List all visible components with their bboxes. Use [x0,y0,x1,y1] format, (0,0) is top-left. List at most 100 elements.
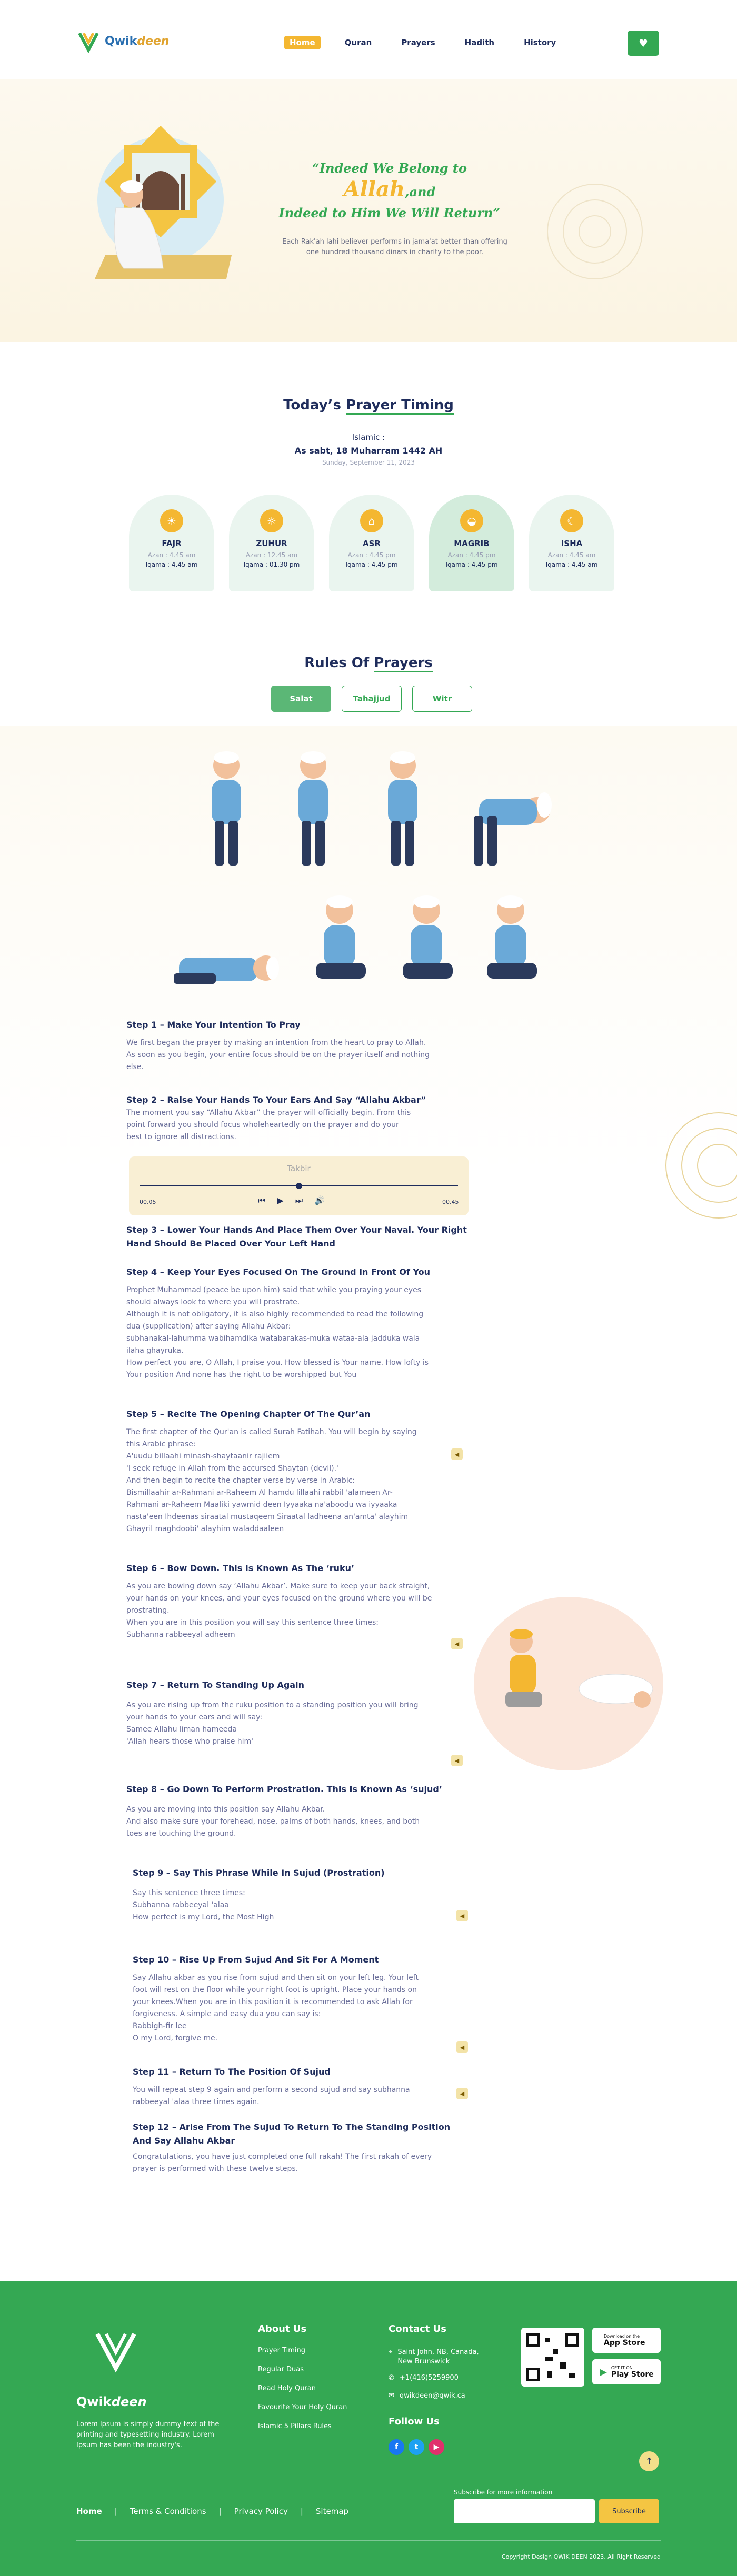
play-audio-step-10[interactable]: ◀ [456,2041,468,2053]
footer-logo-icon [95,2333,136,2373]
speaker-icon: ◀ [454,1640,460,1647]
footer-address: ⌖ Saint John, NB, Canada, New Brunswick [389,2348,479,2366]
subscribe-email-input[interactable] [454,2499,595,2523]
footer-email[interactable]: ✉ qwikdeen@qwik.ca [389,2392,465,2400]
prayer-card-isha[interactable]: ☾ ISHA Azan : 4.45 am Iqama : 4.45 am [529,495,614,591]
step-4: Step 4 – Keep Your Eyes Focused On The G… [126,1267,431,1379]
step-8: Step 8 – Go Down To Perform Prostration.… [126,1784,442,1838]
footer-link-pillars[interactable]: Islamic 5 Pillars Rules [258,2417,347,2436]
speaker-icon: ◀ [460,2044,465,2051]
hero-section: “Indeed We Belong to Allah,and Indeed to… [0,79,737,342]
standing-figure-3-icon [388,751,417,866]
volume-icon[interactable]: 🔊 [314,1195,325,1206]
lantern-icon: ⌂ [360,509,383,532]
play-audio-step-11[interactable]: ◀ [456,2088,468,2099]
step-10: Step 10 – Rise Up From Sujud And Sit For… [133,1955,419,2042]
prayer-positions-illustration-top [212,751,552,866]
step-12: Step 12 – Arise From The Sujud To Return… [133,2122,451,2173]
prayer-timing-title: Today’s Prayer Timing [0,397,737,415]
tab-salat[interactable]: Salat [271,686,331,712]
nav-history[interactable]: History [519,36,561,49]
mandala-decoration [547,184,643,279]
top-nav: Qwikdeen Home Quran Prayers Hadith Histo… [0,0,737,79]
prayer-card-magrib[interactable]: ◒ MAGRIB Azan : 4.45 pm Iqama : 4.45 pm [429,495,514,591]
footer-divider [76,2540,661,2541]
prayer-card-zuhur[interactable]: ☼ ZUHUR Azan : 12.45 am Iqama : 01.30 pm [229,495,314,591]
audio-elapsed: 00.05 [140,1199,156,1205]
speaker-icon: ◀ [460,2090,465,2097]
footer-terms-link[interactable]: Terms & Conditions [130,2507,206,2516]
footer-brand: Qwikdeen [76,2394,147,2409]
step-3: Step 3 – Lower Your Hands And Place Them… [126,1225,467,1249]
hero-title: “Indeed We Belong to Allah,and Indeed to… [278,160,501,220]
footer-sitemap-link[interactable]: Sitemap [316,2507,348,2516]
play-store-button[interactable]: ▶ GET IT ON Play Store [592,2359,661,2384]
skip-forward-icon[interactable]: ⏭ [295,1195,303,1206]
footer-phone[interactable]: ✆ +1(416)5259900 [389,2374,459,2382]
youtube-icon[interactable]: ▶ [429,2439,444,2455]
nav-hadith[interactable]: Hadith [460,36,500,49]
sunrise-icon: ☀ [160,509,183,532]
heart-icon: ♥ [639,37,648,49]
mandala-side-decoration [665,1112,737,1219]
hero-subtitle: Each Rak'ah lahi believer performs in ja… [282,238,507,256]
nav-quran[interactable]: Quran [340,36,377,49]
hijri-date: As sabt, 18 Muharram 1442 AH [294,446,443,456]
gregorian-date: Sunday, September 11, 2023 [322,459,415,466]
site-footer: Qwikdeen Lorem Ipsum is simply dummy tex… [0,2281,737,2576]
mail-icon: ✉ [389,2392,394,2400]
footer-about-links: Prayer Timing Regular Duas Read Holy Qur… [258,2341,347,2436]
play-audio-step-5[interactable]: ◀ [451,1448,463,1460]
footer-link-prayer-timing[interactable]: Prayer Timing [258,2341,347,2360]
footer-privacy-link[interactable]: Privacy Policy [234,2507,288,2516]
audio-controls: ⏮ ▶ ⏭ 🔊 [258,1195,325,1206]
subscribe-button[interactable]: Subscribe [599,2499,659,2523]
sitting-figure-2-icon [403,895,453,979]
footer-bottom-links: Home | Terms & Conditions | Privacy Policy… [76,2507,349,2516]
footer-link-read-quran[interactable]: Read Holy Quran [258,2379,347,2398]
audio-total: 00.45 [442,1199,459,1205]
speaker-icon: ◀ [460,1912,465,1919]
facebook-icon[interactable]: f [389,2439,404,2455]
ruku-figure-icon [474,792,552,866]
sujud-figure-icon [174,955,279,984]
brand-logo[interactable]: Qwikdeen [76,29,169,54]
nav-home[interactable]: Home [284,36,321,49]
app-store-button[interactable]: Download on the App Store [592,2328,661,2353]
nav-prayers[interactable]: Prayers [396,36,440,49]
footer-about-text: Lorem Ipsum is simply dummy text of the … [76,2420,220,2449]
skip-back-icon[interactable]: ⏮ [258,1195,265,1206]
tab-witr[interactable]: Witr [412,686,472,712]
play-audio-step-9[interactable]: ◀ [456,1910,468,1921]
prayer-card-asr[interactable]: ⌂ ASR Azan : 4.45 pm Iqama : 4.45 pm [329,495,414,591]
scroll-to-top-button[interactable]: ↑ [639,2451,659,2471]
twitter-icon[interactable]: t [409,2439,424,2455]
step-11: Step 11 – Return To The Position Of Suju… [133,2067,410,2106]
favorites-button[interactable]: ♥ [628,31,659,56]
subscribe-label: Subscribe for more information [454,2489,553,2496]
footer-link-favourite-quran[interactable]: Favourite Your Holy Quran [258,2398,347,2417]
footer-link-regular-duas[interactable]: Regular Duas [258,2360,347,2379]
step-6: Step 6 – Bow Down. This Is Known As The … [126,1563,432,1639]
step-2: Step 2 – Raise Your Hands To Your Ears A… [126,1095,426,1141]
main-menu: Home Quran Prayers Hadith History [284,36,561,49]
prayer-card-fajr[interactable]: ☀ FAJR Azan : 4.45 am Iqama : 4.45 am [129,495,214,591]
rules-tabs: Salat Tahajjud Witr [271,686,472,712]
play-audio-step-6[interactable]: ◀ [451,1638,463,1649]
social-links: f t ▶ [389,2439,444,2455]
google-play-icon: ▶ [600,2366,607,2378]
footer-contact-title: Contact Us [389,2323,447,2334]
location-icon: ⌖ [389,2348,393,2356]
speaker-icon: ◀ [454,1451,460,1458]
standing-figure-2-icon [298,751,328,866]
prayer-positions-illustration-bottom [174,895,537,984]
prostration-illustration [474,1597,663,1770]
tab-tahajjud[interactable]: Tahajjud [342,686,402,712]
islamic-label: Islamic : [352,432,385,442]
qr-code [521,2328,584,2387]
step-9: Step 9 – Say This Phrase While In Sujud … [133,1868,385,1921]
play-icon[interactable]: ▶ [277,1195,283,1206]
play-audio-step-7[interactable]: ◀ [451,1755,463,1766]
audio-scrubber[interactable] [295,1183,302,1189]
footer-home-link[interactable]: Home [76,2507,102,2516]
